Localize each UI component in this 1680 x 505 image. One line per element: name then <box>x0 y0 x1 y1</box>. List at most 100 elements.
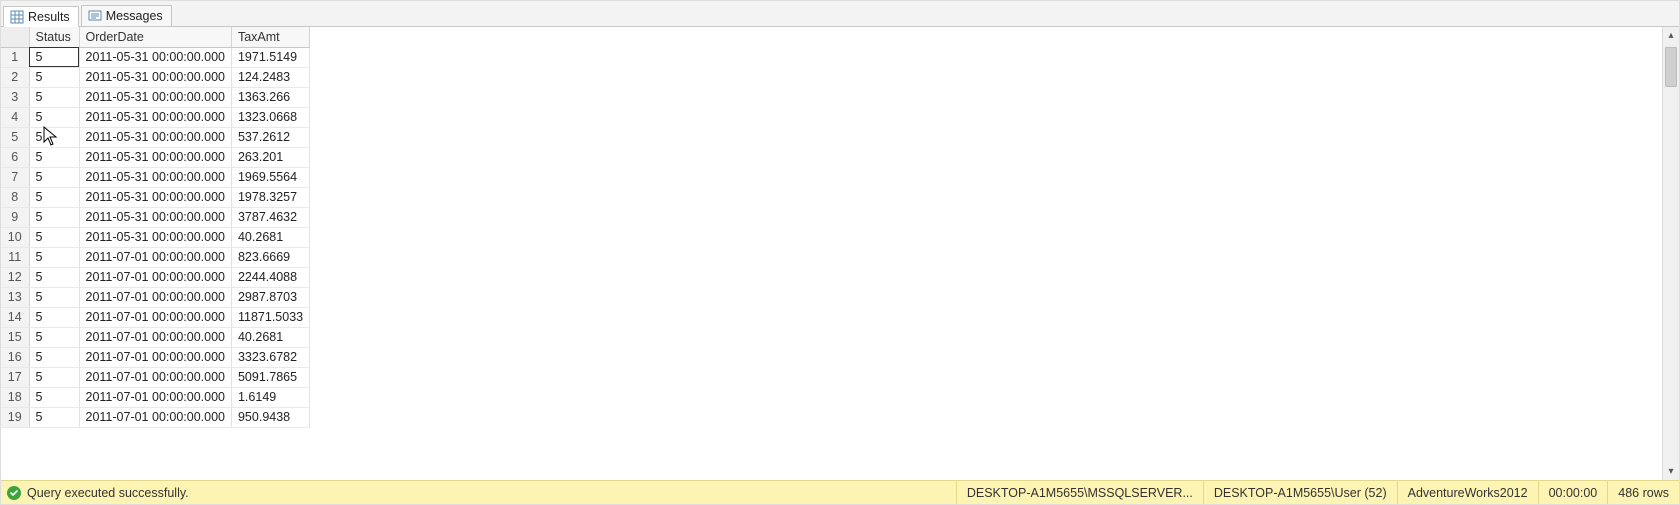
cell-status[interactable]: 5 <box>29 167 79 187</box>
cell-taxamt[interactable]: 2987.8703 <box>231 287 309 307</box>
cell-status[interactable]: 5 <box>29 107 79 127</box>
cell-orderdate[interactable]: 2011-05-31 00:00:00.000 <box>79 167 231 187</box>
row-number[interactable]: 3 <box>1 87 29 107</box>
cell-status[interactable]: 5 <box>29 187 79 207</box>
cell-taxamt[interactable]: 3787.4632 <box>231 207 309 227</box>
cell-status[interactable]: 5 <box>29 47 79 67</box>
table-row[interactable]: 1052011-05-31 00:00:00.00040.2681 <box>1 227 310 247</box>
table-row[interactable]: 752011-05-31 00:00:00.0001969.5564 <box>1 167 310 187</box>
table-row[interactable]: 152011-05-31 00:00:00.0001971.5149 <box>1 47 310 67</box>
cell-taxamt[interactable]: 124.2483 <box>231 67 309 87</box>
cell-status[interactable]: 5 <box>29 127 79 147</box>
row-number[interactable]: 13 <box>1 287 29 307</box>
cell-status[interactable]: 5 <box>29 227 79 247</box>
table-row[interactable]: 652011-05-31 00:00:00.000263.201 <box>1 147 310 167</box>
cell-status[interactable]: 5 <box>29 67 79 87</box>
tab-messages[interactable]: Messages <box>81 5 172 26</box>
row-number[interactable]: 5 <box>1 127 29 147</box>
cell-taxamt[interactable]: 537.2612 <box>231 127 309 147</box>
cell-orderdate[interactable]: 2011-05-31 00:00:00.000 <box>79 127 231 147</box>
cell-taxamt[interactable]: 2244.4088 <box>231 267 309 287</box>
table-row[interactable]: 852011-05-31 00:00:00.0001978.3257 <box>1 187 310 207</box>
cell-orderdate[interactable]: 2011-07-01 00:00:00.000 <box>79 387 231 407</box>
cell-orderdate[interactable]: 2011-05-31 00:00:00.000 <box>79 187 231 207</box>
cell-taxamt[interactable]: 950.9438 <box>231 407 309 427</box>
cell-orderdate[interactable]: 2011-05-31 00:00:00.000 <box>79 87 231 107</box>
cell-taxamt[interactable]: 11871.5033 <box>231 307 309 327</box>
cell-status[interactable]: 5 <box>29 407 79 427</box>
row-number[interactable]: 16 <box>1 347 29 367</box>
cell-status[interactable]: 5 <box>29 247 79 267</box>
grid-corner[interactable] <box>1 27 29 47</box>
cell-status[interactable]: 5 <box>29 287 79 307</box>
table-row[interactable]: 1352011-07-01 00:00:00.0002987.8703 <box>1 287 310 307</box>
cell-orderdate[interactable]: 2011-05-31 00:00:00.000 <box>79 147 231 167</box>
row-number[interactable]: 17 <box>1 367 29 387</box>
row-number[interactable]: 12 <box>1 267 29 287</box>
row-number[interactable]: 18 <box>1 387 29 407</box>
table-row[interactable]: 1252011-07-01 00:00:00.0002244.4088 <box>1 267 310 287</box>
cell-orderdate[interactable]: 2011-07-01 00:00:00.000 <box>79 407 231 427</box>
table-row[interactable]: 1752011-07-01 00:00:00.0005091.7865 <box>1 367 310 387</box>
column-header-orderdate[interactable]: OrderDate <box>79 27 231 47</box>
table-row[interactable]: 952011-05-31 00:00:00.0003787.4632 <box>1 207 310 227</box>
table-row[interactable]: 352011-05-31 00:00:00.0001363.266 <box>1 87 310 107</box>
table-row[interactable]: 1552011-07-01 00:00:00.00040.2681 <box>1 327 310 347</box>
results-grid[interactable]: Status OrderDate TaxAmt 152011-05-31 00:… <box>1 27 310 428</box>
cell-taxamt[interactable]: 1.6149 <box>231 387 309 407</box>
cell-taxamt[interactable]: 263.201 <box>231 147 309 167</box>
row-number[interactable]: 2 <box>1 67 29 87</box>
cell-taxamt[interactable]: 823.6669 <box>231 247 309 267</box>
cell-status[interactable]: 5 <box>29 87 79 107</box>
cell-status[interactable]: 5 <box>29 207 79 227</box>
cell-status[interactable]: 5 <box>29 307 79 327</box>
table-row[interactable]: 552011-05-31 00:00:00.000537.2612 <box>1 127 310 147</box>
cell-orderdate[interactable]: 2011-07-01 00:00:00.000 <box>79 287 231 307</box>
cell-orderdate[interactable]: 2011-07-01 00:00:00.000 <box>79 247 231 267</box>
row-number[interactable]: 8 <box>1 187 29 207</box>
cell-orderdate[interactable]: 2011-07-01 00:00:00.000 <box>79 327 231 347</box>
row-number[interactable]: 6 <box>1 147 29 167</box>
column-header-taxamt[interactable]: TaxAmt <box>231 27 309 47</box>
scroll-up-arrow-icon[interactable]: ▴ <box>1663 27 1679 44</box>
table-row[interactable]: 1952011-07-01 00:00:00.000950.9438 <box>1 407 310 427</box>
scroll-thumb[interactable] <box>1665 47 1677 87</box>
cell-orderdate[interactable]: 2011-05-31 00:00:00.000 <box>79 47 231 67</box>
row-number[interactable]: 10 <box>1 227 29 247</box>
table-row[interactable]: 1452011-07-01 00:00:00.00011871.5033 <box>1 307 310 327</box>
cell-taxamt[interactable]: 40.2681 <box>231 327 309 347</box>
table-row[interactable]: 1152011-07-01 00:00:00.000823.6669 <box>1 247 310 267</box>
cell-orderdate[interactable]: 2011-05-31 00:00:00.000 <box>79 227 231 247</box>
row-number[interactable]: 14 <box>1 307 29 327</box>
row-number[interactable]: 11 <box>1 247 29 267</box>
cell-orderdate[interactable]: 2011-05-31 00:00:00.000 <box>79 67 231 87</box>
cell-taxamt[interactable]: 1971.5149 <box>231 47 309 67</box>
cell-orderdate[interactable]: 2011-07-01 00:00:00.000 <box>79 367 231 387</box>
row-number[interactable]: 7 <box>1 167 29 187</box>
row-number[interactable]: 4 <box>1 107 29 127</box>
cell-taxamt[interactable]: 3323.6782 <box>231 347 309 367</box>
tab-results[interactable]: Results <box>3 6 79 27</box>
cell-status[interactable]: 5 <box>29 367 79 387</box>
cell-taxamt[interactable]: 40.2681 <box>231 227 309 247</box>
row-number[interactable]: 19 <box>1 407 29 427</box>
cell-orderdate[interactable]: 2011-07-01 00:00:00.000 <box>79 267 231 287</box>
table-row[interactable]: 452011-05-31 00:00:00.0001323.0668 <box>1 107 310 127</box>
cell-taxamt[interactable]: 1363.266 <box>231 87 309 107</box>
cell-orderdate[interactable]: 2011-05-31 00:00:00.000 <box>79 107 231 127</box>
cell-taxamt[interactable]: 1969.5564 <box>231 167 309 187</box>
cell-status[interactable]: 5 <box>29 267 79 287</box>
row-number[interactable]: 15 <box>1 327 29 347</box>
cell-taxamt[interactable]: 5091.7865 <box>231 367 309 387</box>
results-grid-scroll[interactable]: Status OrderDate TaxAmt 152011-05-31 00:… <box>1 27 1662 480</box>
row-number[interactable]: 1 <box>1 47 29 67</box>
cell-status[interactable]: 5 <box>29 387 79 407</box>
table-row[interactable]: 1652011-07-01 00:00:00.0003323.6782 <box>1 347 310 367</box>
cell-orderdate[interactable]: 2011-07-01 00:00:00.000 <box>79 347 231 367</box>
row-number[interactable]: 9 <box>1 207 29 227</box>
cell-status[interactable]: 5 <box>29 327 79 347</box>
cell-taxamt[interactable]: 1978.3257 <box>231 187 309 207</box>
scroll-down-arrow-icon[interactable]: ▾ <box>1663 463 1679 480</box>
cell-status[interactable]: 5 <box>29 147 79 167</box>
cell-taxamt[interactable]: 1323.0668 <box>231 107 309 127</box>
